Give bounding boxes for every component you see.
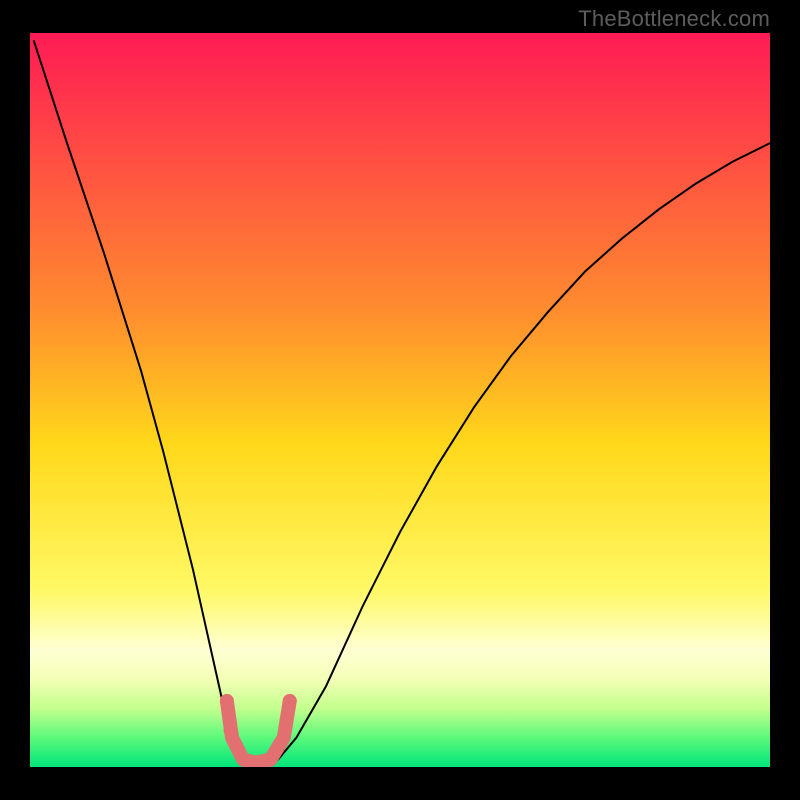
watermark-text: TheBottleneck.com <box>578 6 770 32</box>
chart-svg <box>30 33 770 767</box>
plot-area <box>30 33 770 767</box>
optimal-dot-left-a <box>220 694 234 708</box>
chart-background <box>30 33 770 767</box>
optimal-dot-right <box>283 694 297 708</box>
chart-frame: TheBottleneck.com <box>0 0 800 800</box>
optimal-dot-left-b <box>224 723 238 737</box>
